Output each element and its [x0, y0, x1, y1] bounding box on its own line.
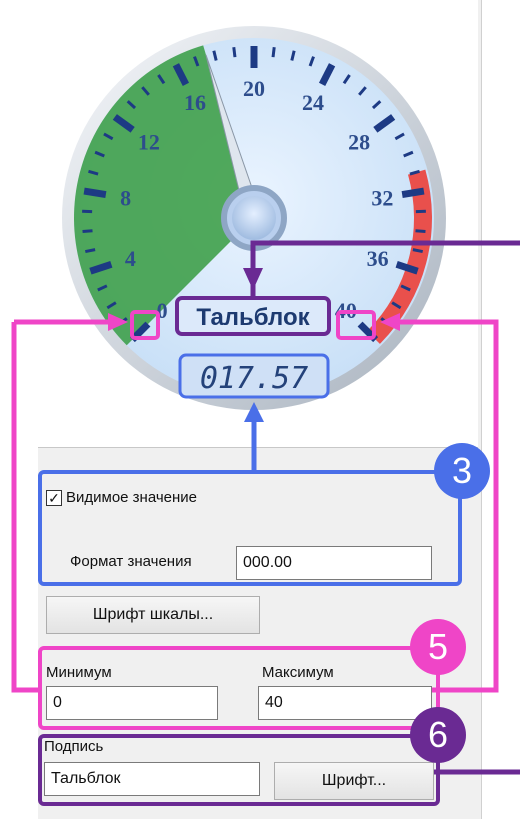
min-label: Минимум: [46, 664, 112, 681]
minor-tick: [412, 248, 423, 254]
scale-label: 32: [371, 186, 393, 211]
format-value-field[interactable]: 000.00: [236, 546, 432, 580]
minor-tick: [85, 248, 96, 254]
caption-label: Подпись: [44, 738, 104, 755]
scale-label: 20: [243, 76, 265, 101]
minor-tick: [82, 229, 93, 233]
scale-label: 4: [125, 246, 136, 271]
minor-tick: [232, 47, 237, 58]
callout-badge-6: 6: [410, 707, 466, 763]
major-tick: [83, 187, 107, 198]
scale-label: 8: [120, 186, 131, 211]
min-field[interactable]: 0: [46, 686, 218, 720]
caption-font-button[interactable]: Шрифт...: [274, 762, 434, 800]
callout-badge-3: 3: [434, 443, 490, 499]
minor-tick: [415, 229, 426, 233]
callout-badge-5: 5: [410, 619, 466, 675]
visible-value-label: Видимое значение: [66, 489, 198, 506]
scale-label: 28: [348, 130, 370, 155]
major-tick: [401, 187, 425, 198]
format-value-label: Формат значения: [70, 553, 192, 570]
scale-label: 36: [367, 246, 389, 271]
scale-label: 24: [302, 90, 324, 115]
scale-label: 12: [138, 130, 160, 155]
minor-tick: [271, 47, 276, 58]
digital-display: 017.57: [200, 361, 308, 396]
caption-field[interactable]: Тальблок: [44, 762, 260, 796]
scale-label: 16: [184, 90, 206, 115]
scale-font-button[interactable]: Шрифт шкалы...: [46, 596, 260, 634]
gauge-hub-center: [232, 196, 276, 240]
visible-value-checkbox[interactable]: ✓: [46, 490, 62, 506]
max-label: Максимум: [262, 664, 334, 681]
gauge-caption: Тальблок: [196, 304, 310, 331]
max-field[interactable]: 40: [258, 686, 432, 720]
